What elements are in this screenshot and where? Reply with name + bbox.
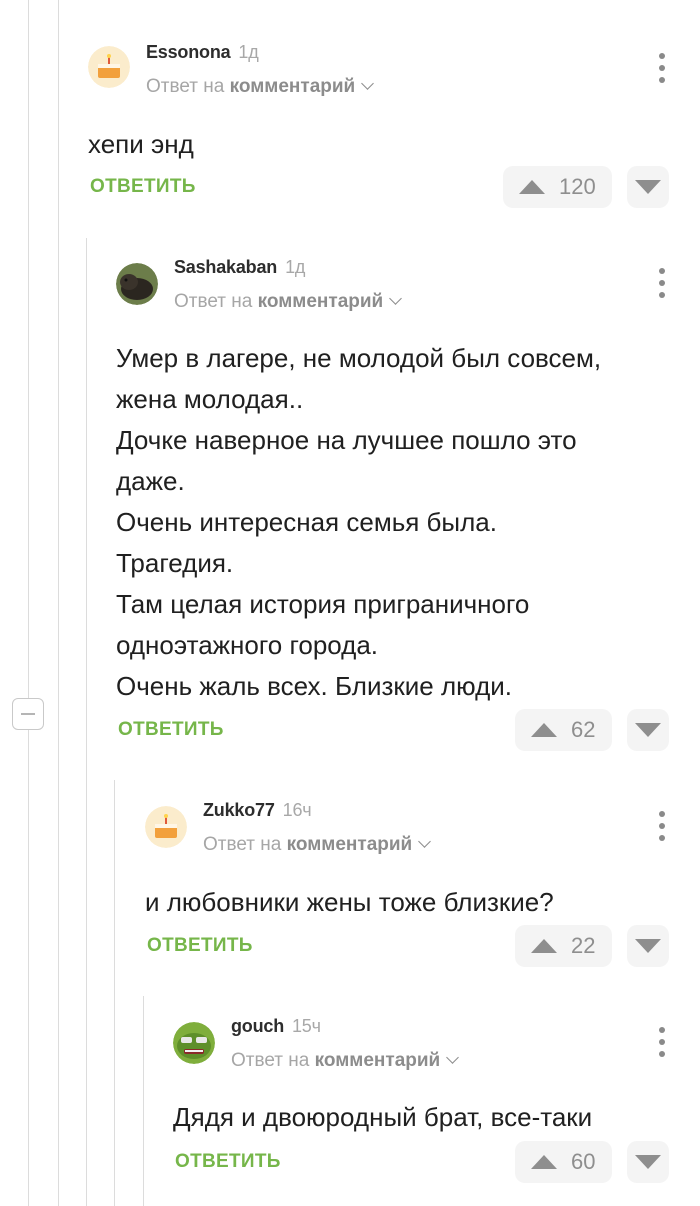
collapse-thread-button[interactable] (12, 698, 44, 730)
chevron-down-icon (389, 292, 403, 305)
thread-line-level-2 (86, 238, 87, 1206)
comment-time: 16ч (282, 800, 312, 820)
upvote-button[interactable]: 62 (515, 709, 612, 751)
upvote-button[interactable]: 60 (515, 1141, 612, 1183)
arrow-down-icon (635, 180, 661, 194)
comment-time: 1д (285, 257, 306, 277)
avatar[interactable] (88, 46, 130, 88)
reply-button[interactable]: ОТВЕТИТЬ (147, 935, 253, 957)
comment-text: хепи энд (88, 129, 194, 159)
more-menu-icon[interactable] (658, 53, 666, 83)
downvote-button[interactable] (627, 1141, 669, 1183)
minus-icon (21, 713, 35, 715)
avatar[interactable] (173, 1022, 215, 1064)
more-menu-icon[interactable] (658, 811, 666, 841)
chevron-down-icon (418, 835, 432, 848)
arrow-up-icon (531, 1155, 557, 1169)
downvote-button[interactable] (627, 925, 669, 967)
arrow-up-icon (519, 180, 545, 194)
reply-to-link[interactable]: Ответ на комментарий (146, 76, 375, 98)
comment-time: 15ч (292, 1016, 321, 1036)
arrow-down-icon (635, 723, 661, 737)
rating-count: 60 (571, 1149, 596, 1174)
rating-count: 62 (571, 717, 596, 742)
avatar[interactable] (116, 263, 158, 305)
chevron-down-icon (446, 1051, 460, 1064)
upvote-button[interactable]: 120 (503, 166, 612, 208)
thread-line-level-3 (114, 780, 115, 1206)
thread-line-level-4 (143, 996, 144, 1206)
reply-button[interactable]: ОТВЕТИТЬ (90, 176, 196, 198)
reply-button[interactable]: ОТВЕТИТЬ (175, 1151, 281, 1173)
reply-to-link[interactable]: Ответ на комментарий (231, 1050, 460, 1072)
comment-time: 1д (238, 42, 259, 62)
upvote-button[interactable]: 22 (515, 925, 612, 967)
author-name[interactable]: Zukko77 16ч (203, 800, 312, 821)
downvote-button[interactable] (627, 709, 669, 751)
thread-line-level-1 (58, 0, 59, 1206)
rating-count: 120 (559, 174, 596, 199)
author-name[interactable]: gouch 15ч (231, 1016, 321, 1037)
reply-to-link[interactable]: Ответ на комментарий (174, 291, 403, 313)
reply-button[interactable]: ОТВЕТИТЬ (118, 719, 224, 741)
rating-count: 22 (571, 933, 596, 958)
comment-text: Дядя и двоюродный брат, все-таки (173, 1102, 593, 1132)
arrow-down-icon (635, 1155, 661, 1169)
author-name[interactable]: Sashakaban 1д (174, 257, 305, 278)
arrow-up-icon (531, 723, 557, 737)
arrow-down-icon (635, 939, 661, 953)
author-name[interactable]: Essonona 1д (146, 42, 259, 63)
comment-text: и любовники жены тоже близкие? (145, 887, 554, 917)
reply-to-link[interactable]: Ответ на комментарий (203, 834, 432, 856)
arrow-up-icon (531, 939, 557, 953)
chevron-down-icon (361, 77, 375, 90)
thread-line-level-0 (28, 0, 29, 1206)
downvote-button[interactable] (627, 166, 669, 208)
comment-text: Умер в лагере, не молодой был совсем, же… (116, 343, 602, 701)
more-menu-icon[interactable] (658, 1027, 666, 1057)
avatar[interactable] (145, 806, 187, 848)
more-menu-icon[interactable] (658, 268, 666, 298)
